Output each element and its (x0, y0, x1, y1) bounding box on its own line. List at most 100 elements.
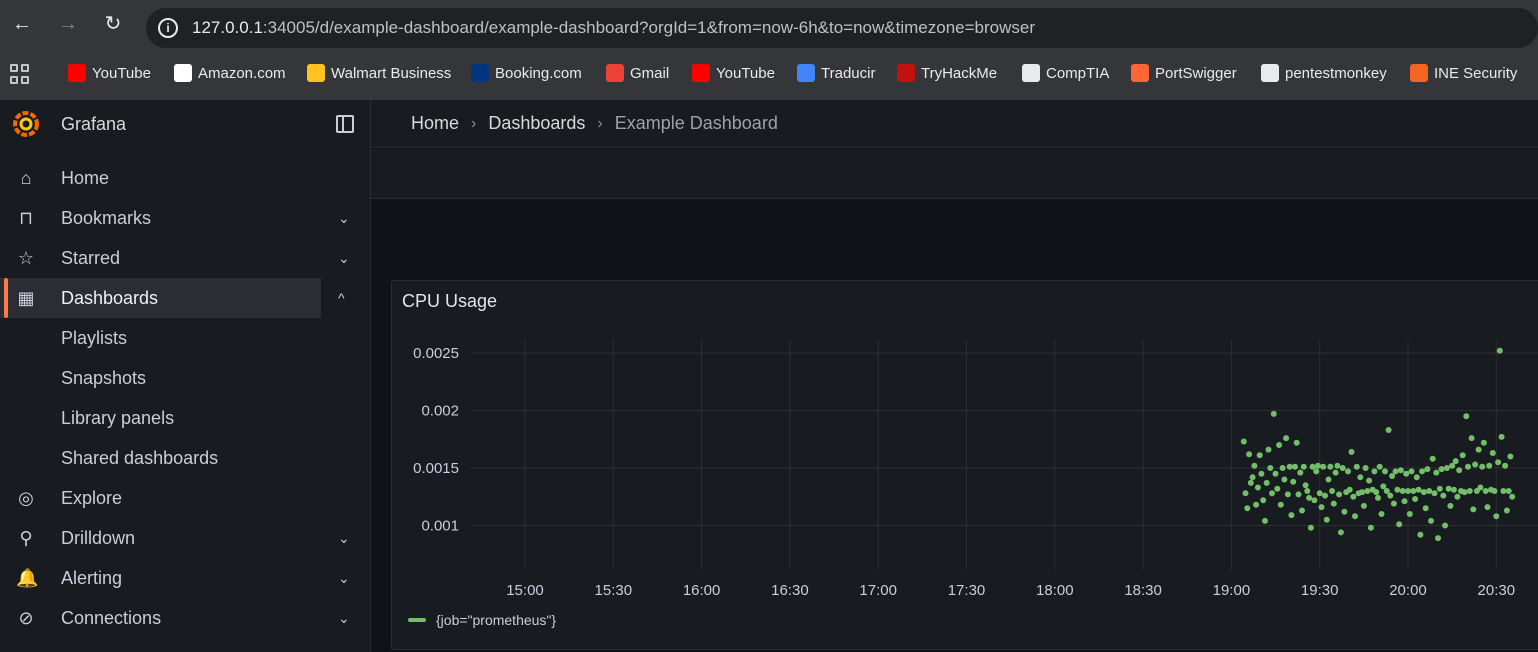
data-point[interactable] (1406, 511, 1413, 517)
data-point[interactable] (1258, 470, 1265, 477)
data-point[interactable] (1495, 459, 1502, 466)
data-point[interactable] (1475, 446, 1482, 453)
data-point[interactable] (1502, 462, 1509, 469)
data-point[interactable] (1304, 488, 1311, 494)
back-arrow-icon[interactable]: ← (10, 12, 34, 36)
data-point[interactable] (1420, 489, 1427, 496)
data-point[interactable] (1334, 462, 1341, 469)
reload-icon[interactable]: ↻ (101, 12, 125, 36)
sidebar-item-snapshots[interactable]: Snapshots (0, 358, 371, 398)
dock-menu-icon[interactable] (336, 115, 354, 133)
data-point[interactable] (1242, 490, 1249, 497)
data-point[interactable] (1440, 492, 1447, 499)
data-point[interactable] (1500, 488, 1507, 494)
data-point[interactable] (1288, 512, 1295, 519)
data-point[interactable] (1419, 468, 1426, 475)
data-point[interactable] (1364, 488, 1371, 494)
data-point[interactable] (1325, 476, 1332, 483)
data-point[interactable] (1260, 497, 1267, 504)
data-point[interactable] (1247, 479, 1254, 486)
bookmark-walmart-business[interactable]: Walmart Business (307, 62, 451, 84)
data-point[interactable] (1396, 521, 1403, 528)
data-point[interactable] (1413, 474, 1420, 481)
data-point[interactable] (1286, 463, 1293, 470)
data-point[interactable] (1479, 463, 1486, 470)
data-point[interactable] (1472, 461, 1479, 468)
bookmark-portswigger[interactable]: PortSwigger (1131, 62, 1237, 84)
data-point[interactable] (1272, 470, 1279, 477)
data-point[interactable] (1436, 485, 1443, 492)
url-text[interactable]: 127.0.0.1:34005/d/example-dashboard/exam… (192, 18, 1035, 38)
data-point[interactable] (1410, 488, 1417, 494)
panel-title[interactable]: CPU Usage (402, 291, 497, 312)
data-point[interactable] (1290, 478, 1297, 485)
data-point[interactable] (1295, 491, 1302, 498)
data-point[interactable] (1428, 517, 1434, 524)
data-point[interactable] (1240, 438, 1247, 445)
data-point[interactable] (1463, 413, 1470, 420)
chevron-up-icon[interactable]: ^ (338, 290, 345, 306)
data-point[interactable] (1385, 427, 1392, 433)
data-point[interactable] (1249, 474, 1256, 481)
data-point[interactable] (1417, 531, 1424, 538)
bookmark-tryhackme[interactable]: TryHackMe (897, 62, 997, 84)
data-point[interactable] (1244, 505, 1251, 512)
data-point[interactable] (1357, 474, 1364, 481)
sidebar-item-shared-dashboards[interactable]: Shared dashboards (0, 438, 371, 478)
data-point[interactable] (1456, 467, 1463, 474)
data-point[interactable] (1496, 347, 1503, 354)
data-point[interactable] (1345, 468, 1351, 475)
data-point[interactable] (1359, 489, 1366, 496)
data-point[interactable] (1394, 486, 1401, 493)
data-point[interactable] (1403, 470, 1410, 477)
data-point[interactable] (1330, 500, 1337, 507)
data-point[interactable] (1470, 506, 1477, 513)
data-point[interactable] (1433, 469, 1440, 476)
data-point[interactable] (1431, 490, 1438, 497)
legend-label[interactable]: {job="prometheus"} (436, 612, 556, 628)
data-point[interactable] (1302, 482, 1309, 489)
bookmark-amazon-com[interactable]: Amazon.com (174, 62, 286, 84)
data-point[interactable] (1306, 494, 1313, 501)
data-point[interactable] (1387, 492, 1394, 499)
data-point[interactable] (1491, 488, 1498, 494)
sidebar-item-bookmarks[interactable]: ⊓ Bookmarks ⌄ (0, 198, 371, 238)
data-point[interactable] (1348, 448, 1355, 455)
grafana-logo-icon[interactable] (12, 110, 40, 138)
chevron-down-icon[interactable]: ⌄ (338, 610, 350, 627)
data-point[interactable] (1438, 466, 1445, 473)
data-point[interactable] (1332, 469, 1339, 476)
data-point[interactable] (1341, 508, 1348, 515)
data-point[interactable] (1507, 453, 1514, 460)
bookmark-ine-security[interactable]: INE Security (1410, 62, 1517, 84)
data-point[interactable] (1300, 463, 1307, 470)
data-point[interactable] (1392, 468, 1399, 475)
bookmark-youtube[interactable]: YouTube (692, 62, 775, 84)
data-point[interactable] (1362, 465, 1369, 471)
data-point[interactable] (1327, 463, 1334, 470)
data-point[interactable] (1337, 529, 1344, 536)
data-point[interactable] (1253, 501, 1260, 508)
data-point[interactable] (1482, 488, 1489, 494)
data-point[interactable] (1429, 455, 1436, 462)
sidebar-item-library-panels[interactable]: Library panels (0, 398, 371, 438)
data-point[interactable] (1390, 500, 1397, 507)
data-point[interactable] (1382, 468, 1388, 475)
data-point[interactable] (1498, 433, 1505, 440)
data-point[interactable] (1276, 442, 1283, 448)
chevron-down-icon[interactable]: ⌄ (338, 570, 350, 587)
data-point[interactable] (1251, 462, 1258, 469)
data-point[interactable] (1397, 467, 1404, 474)
data-point[interactable] (1435, 535, 1441, 542)
data-point[interactable] (1318, 504, 1325, 511)
data-point[interactable] (1320, 463, 1327, 470)
data-point[interactable] (1447, 502, 1454, 509)
data-point[interactable] (1486, 462, 1493, 469)
data-point[interactable] (1279, 465, 1286, 471)
data-point[interactable] (1265, 446, 1272, 453)
data-point[interactable] (1480, 439, 1487, 446)
sidebar-item-starred[interactable]: ☆ Starred ⌄ (0, 238, 371, 278)
data-point[interactable] (1408, 468, 1415, 475)
data-point[interactable] (1299, 507, 1305, 514)
bookmark-youtube[interactable]: YouTube (68, 62, 151, 84)
